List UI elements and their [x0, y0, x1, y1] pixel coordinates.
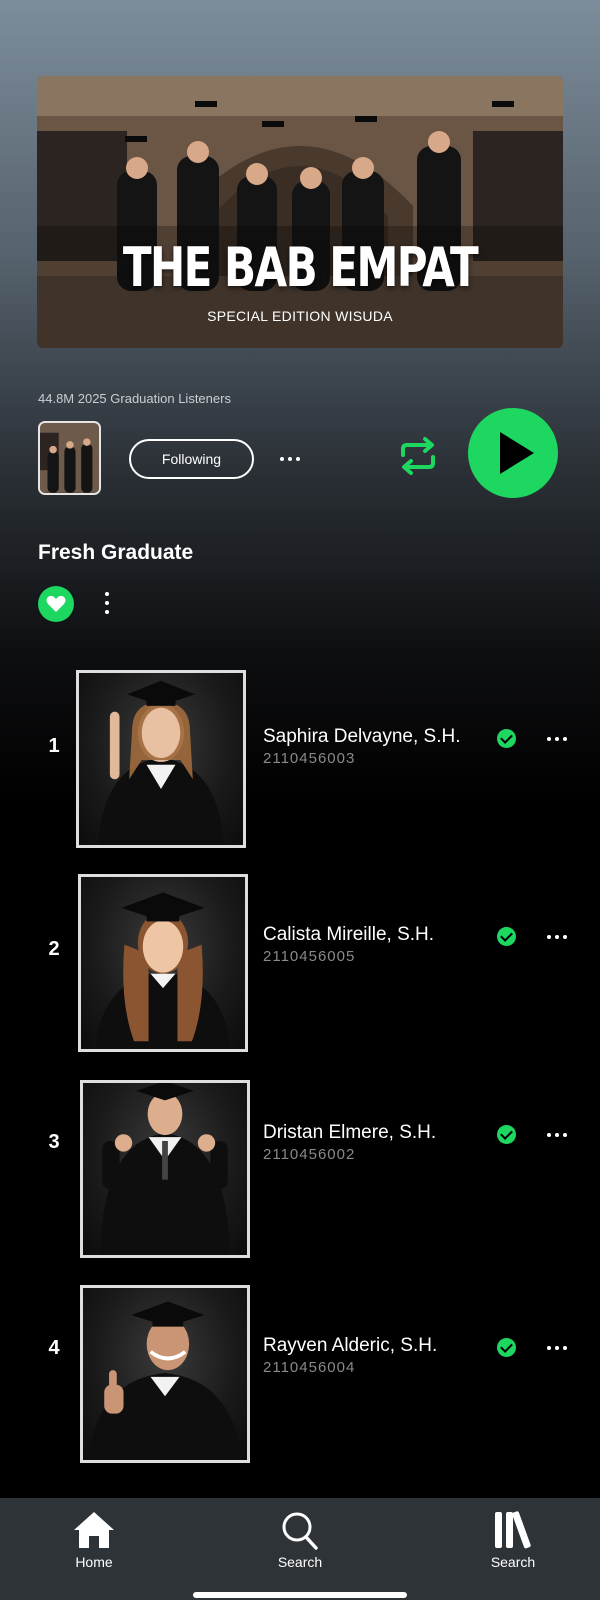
nav-library-label: Search — [490, 1554, 536, 1570]
bottom-navigation: Home Search Search — [0, 1498, 600, 1600]
repeat-icon[interactable] — [397, 437, 439, 475]
hero-subtitle: SPECIAL EDITION WISUDA — [207, 308, 393, 324]
nav-search[interactable]: Search — [250, 1510, 350, 1570]
section-more-icon[interactable] — [96, 588, 118, 618]
verified-icon — [497, 1338, 516, 1357]
nav-home-label: Home — [75, 1554, 113, 1570]
track-student-id: 2110456005 — [263, 948, 356, 965]
track-more-icon[interactable] — [545, 1130, 569, 1140]
heart-icon — [46, 595, 66, 612]
track-student-id: 2110456002 — [263, 1146, 356, 1163]
more-options-icon[interactable] — [278, 447, 302, 471]
artist-thumbnail-image — [40, 423, 99, 493]
track-number: 1 — [48, 735, 60, 757]
track-student-id: 2110456003 — [263, 750, 356, 767]
home-icon — [74, 1512, 114, 1548]
like-button[interactable] — [38, 586, 74, 622]
track-number: 2 — [48, 938, 60, 960]
nav-search-label: Search — [277, 1554, 323, 1570]
nav-home[interactable]: Home — [44, 1510, 144, 1570]
library-icon — [495, 1511, 531, 1549]
track-name: Dristan Elmere, S.H. — [263, 1122, 437, 1143]
track-more-icon[interactable] — [545, 1343, 569, 1353]
track-row[interactable]: 4 Rayven Alderic, S.H. 2110456004 — [0, 1283, 600, 1463]
track-name: Rayven Alderic, S.H. — [263, 1335, 438, 1356]
play-button[interactable] — [468, 408, 558, 498]
track-student-id: 2110456004 — [263, 1359, 356, 1376]
home-indicator — [193, 1592, 407, 1598]
section-title: Fresh Graduate — [38, 541, 194, 564]
track-more-icon[interactable] — [545, 932, 569, 942]
nav-library[interactable]: Search — [463, 1510, 563, 1570]
track-number: 4 — [48, 1337, 60, 1359]
verified-icon — [497, 927, 516, 946]
verified-icon — [497, 1125, 516, 1144]
verified-icon — [497, 729, 516, 748]
search-icon — [282, 1512, 318, 1550]
track-row[interactable]: 2 Calista Mireille, S.H. 2110456005 — [0, 872, 600, 1052]
track-more-icon[interactable] — [545, 734, 569, 744]
track-photo — [78, 874, 248, 1052]
hero-banner: THE BAB EMPAT SPECIAL EDITION WISUDA — [37, 76, 563, 348]
hero-title: THE BAB EMPAT — [122, 236, 479, 299]
track-name: Calista Mireille, S.H. — [263, 924, 435, 945]
track-photo — [80, 1285, 250, 1463]
track-row[interactable]: 1 Saphira Delvayne, S.H. 2110456003 — [0, 668, 600, 848]
track-number: 3 — [48, 1131, 60, 1153]
monthly-listeners: 44.8M 2025 Graduation Listeners — [38, 391, 231, 406]
artist-thumbnail[interactable] — [38, 421, 101, 495]
track-name: Saphira Delvayne, S.H. — [263, 726, 461, 747]
track-photo — [80, 1080, 250, 1258]
track-row[interactable]: 3 Dristan Elmere, S.H. 2110456002 — [0, 1078, 600, 1258]
following-button[interactable]: Following — [129, 439, 254, 479]
track-photo — [76, 670, 246, 848]
